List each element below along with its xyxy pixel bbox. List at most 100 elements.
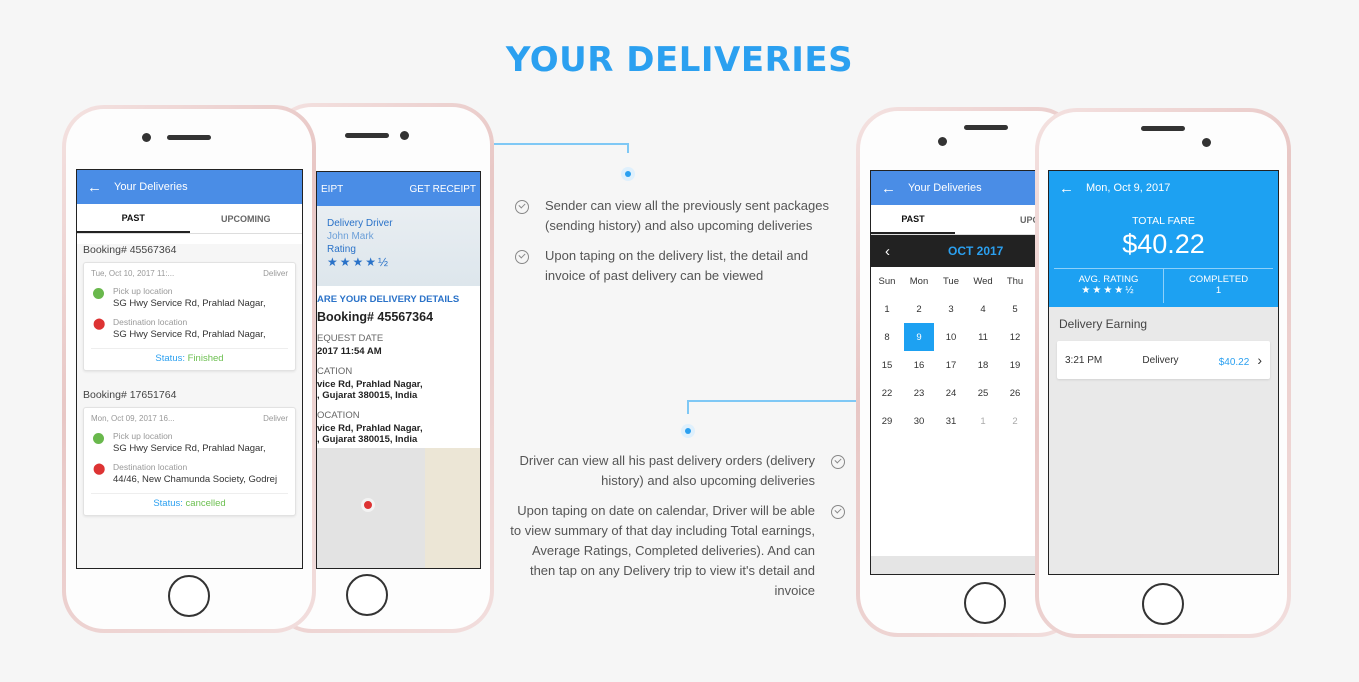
calendar-day[interactable]: 23	[903, 379, 935, 407]
booking-id: Booking# 45567364	[83, 244, 177, 256]
delivery-earning-heading: Delivery Earning	[1059, 317, 1148, 331]
receipt-appbar: EIPT GET RECEIPT	[317, 172, 480, 206]
route-map[interactable]	[317, 448, 480, 568]
deliveries-title: Your Deliveries	[114, 181, 188, 193]
deliveries-appbar: ← Your Deliveries	[77, 170, 302, 204]
phone-past-deliveries: ← Your Deliveries PAST UPCOMING Booking#…	[62, 105, 316, 633]
calendar-day[interactable]: 15	[871, 351, 903, 379]
chevron-right-icon: ›	[1257, 352, 1262, 368]
check-circle-icon	[831, 505, 845, 519]
pickup-location-line2: , Gujarat 380015, India	[317, 390, 418, 401]
check-circle-icon	[515, 250, 529, 264]
trip-type: Delivery	[1142, 354, 1179, 366]
booking-card[interactable]: Tue, Oct 10, 2017 11:... Deliver Pick up …	[83, 262, 296, 371]
calendar-day[interactable]: 30	[903, 407, 935, 435]
status-label: Status:	[155, 353, 185, 364]
calendar-month: OCT 2017	[948, 244, 1004, 258]
pickup-location-label: CATION	[317, 366, 353, 377]
destination-location-line1: vice Rd, Prahlad Nagar,	[317, 423, 423, 434]
completed-label: COMPLETED	[1188, 274, 1249, 285]
map-pin-icon	[361, 498, 375, 512]
pickup-dot-icon	[93, 288, 104, 299]
connector-node-sender	[621, 167, 635, 181]
pickup-dot-icon	[93, 433, 104, 444]
calendar-day[interactable]: 12	[999, 323, 1031, 351]
calendar-day[interactable]: 17	[935, 351, 967, 379]
status-line: Status: cancelled	[91, 493, 288, 509]
check-circle-icon	[515, 200, 529, 214]
tab-past[interactable]: PAST	[77, 204, 190, 233]
weekday-label: Wed	[973, 275, 993, 287]
booking-date: Tue, Oct 10, 2017 11:...	[91, 269, 175, 278]
sender-feature-1: Sender can view all the previously sent …	[545, 198, 829, 233]
calendar-day[interactable]: 18	[967, 351, 999, 379]
sender-feature-2: Upon taping on the delivery list, the de…	[545, 248, 809, 283]
avg-rating-label: AVG. RATING	[1078, 274, 1139, 285]
back-arrow-icon[interactable]: ←	[87, 179, 102, 196]
calendar-appbar: ← Your Deliveries	[871, 171, 1039, 205]
past-deliveries-screen: ← Your Deliveries PAST UPCOMING Booking#…	[76, 169, 303, 569]
calendar-day[interactable]: 31	[935, 407, 967, 435]
calendar-day[interactable]: 29	[871, 407, 903, 435]
calendar-day[interactable]: 4	[967, 295, 999, 323]
status-value: cancelled	[185, 498, 226, 509]
receipt-title: EIPT	[321, 183, 344, 195]
trip-amount: $40.22	[1218, 357, 1250, 368]
calendar-day[interactable]: 16	[903, 351, 935, 379]
calendar-day[interactable]: 5	[999, 295, 1031, 323]
calendar-day[interactable]: 11	[967, 323, 999, 351]
calendar-day[interactable]: 1	[871, 295, 903, 323]
driver-features: Driver can view all his past delivery or…	[505, 451, 845, 611]
calendar-day[interactable]: 24	[935, 379, 967, 407]
booking-card[interactable]: Mon, Oct 09, 2017 16... Deliver Pick up l…	[83, 407, 296, 516]
status-line: Status: Finished	[91, 348, 288, 364]
destination-pin-icon: ⬤	[93, 318, 106, 330]
connector-node-driver	[681, 424, 695, 438]
calendar-day[interactable]: 19	[999, 351, 1031, 379]
calendar-day[interactable]: 26	[999, 379, 1031, 407]
earnings-date-title: Mon, Oct 9, 2017	[1086, 182, 1171, 194]
weekday-label: Sun	[878, 275, 896, 287]
back-arrow-icon[interactable]: ←	[1059, 180, 1074, 197]
prev-month-icon[interactable]: ‹	[885, 243, 890, 260]
earning-trip-row[interactable]: 3:21 PM Delivery $40.22 ›	[1057, 341, 1270, 379]
driver-info: Delivery Driver John Mark Rating ★★★★½	[317, 206, 480, 286]
calendar-day[interactable]: 8	[871, 323, 903, 351]
get-receipt-button[interactable]: GET RECEIPT	[410, 184, 477, 195]
rating-stars-icon: ★★★★½	[327, 255, 391, 269]
receipt-booking-id: Booking# 45567364	[317, 310, 434, 324]
calendar-day-selected[interactable]: 9	[904, 323, 934, 351]
driver-feature-1: Driver can view all his past delivery or…	[519, 453, 816, 488]
calendar-day-next-month[interactable]: 1	[967, 407, 999, 435]
back-arrow-icon[interactable]: ←	[881, 180, 896, 197]
avg-rating-stars-icon: ★★★★½	[1081, 285, 1136, 296]
calendar-header: ‹ OCT 2017	[871, 235, 1039, 267]
sender-features: Sender can view all the previously sent …	[515, 196, 840, 296]
check-circle-icon	[831, 455, 845, 469]
calendar-screen: ← Your Deliveries PAST UPC ‹ OCT 2017 Su…	[870, 170, 1040, 575]
calendar-day[interactable]: 2	[903, 295, 935, 323]
connector-line-sender	[494, 143, 629, 153]
tab-upcoming[interactable]: UPCOMING	[190, 204, 303, 233]
destination-label: Destination location	[113, 462, 188, 472]
calendar-day[interactable]: 22	[871, 379, 903, 407]
deliveries-tabs: PAST UPCOMING	[77, 204, 302, 234]
calendar-day[interactable]: 3	[935, 295, 967, 323]
calendar-day[interactable]: 10	[935, 323, 967, 351]
completed-value: 1	[1215, 285, 1222, 296]
connector-line-driver	[687, 400, 857, 414]
share-details-heading[interactable]: ARE YOUR DELIVERY DETAILS	[317, 294, 480, 305]
calendar-day-next-month[interactable]: 2	[999, 407, 1031, 435]
pickup-address: SG Hwy Service Rd, Prahlad Nagar,	[113, 298, 266, 309]
total-fare-value: $40.22	[1122, 229, 1205, 259]
driver-feature-2: Upon taping on date on calendar, Driver …	[510, 503, 815, 598]
booking-type: Deliver	[263, 269, 288, 278]
receipt-screen: EIPT GET RECEIPT Delivery Driver John Ma…	[316, 171, 481, 569]
tab-upcoming[interactable]: UPC	[955, 205, 1039, 234]
calendar-tabs: PAST UPC	[871, 205, 1039, 235]
driver-label: Delivery Driver	[327, 218, 393, 229]
driver-name: John Mark	[327, 231, 374, 242]
calendar-day[interactable]: 25	[967, 379, 999, 407]
booking-date: Mon, Oct 09, 2017 16...	[91, 414, 175, 423]
tab-past[interactable]: PAST	[871, 205, 955, 234]
